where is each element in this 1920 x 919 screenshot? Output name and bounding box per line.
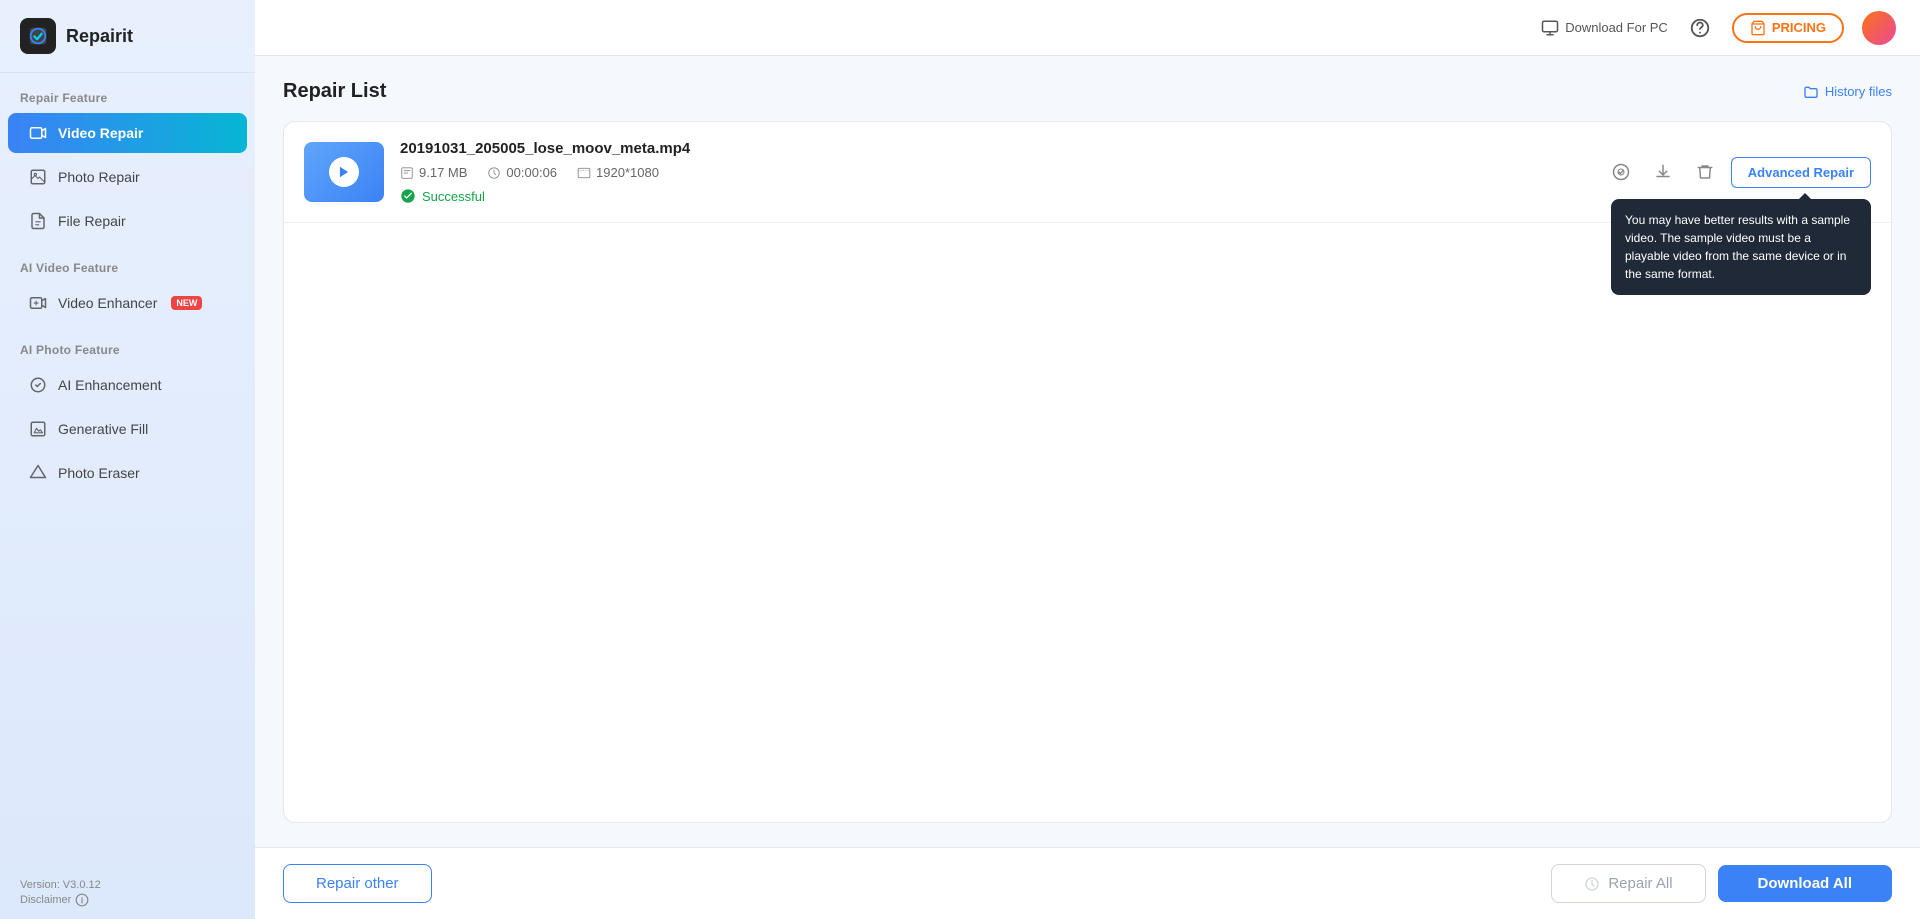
sidebar-item-photo-repair-label: Photo Repair (58, 169, 140, 185)
table-row: 20191031_205005_lose_moov_meta.mp4 9.17 … (284, 122, 1891, 223)
delete-button[interactable] (1689, 156, 1721, 188)
advanced-repair-wrapper: Advanced Repair You may have better resu… (1731, 157, 1871, 188)
item-info: 20191031_205005_lose_moov_meta.mp4 9.17 … (400, 140, 1589, 204)
ai-video-label: AI Video Feature (0, 243, 255, 281)
fill-icon (28, 419, 48, 439)
resolution: 1920*1080 (596, 165, 659, 180)
ai-icon (28, 375, 48, 395)
headset-icon (1689, 17, 1711, 39)
user-avatar[interactable] (1862, 11, 1896, 45)
item-filename: 20191031_205005_lose_moov_meta.mp4 (400, 140, 1589, 157)
sidebar-item-ai-enhancement-label: AI Enhancement (58, 377, 162, 393)
pricing-label: PRICING (1772, 20, 1826, 35)
file-size-entry: 9.17 MB (400, 165, 467, 180)
sidebar-item-ai-enhancement[interactable]: AI Enhancement (8, 365, 247, 405)
sidebar-item-photo-eraser-label: Photo Eraser (58, 465, 140, 481)
repair-feature-label: Repair Feature (0, 73, 255, 111)
history-files-button[interactable]: History files (1803, 84, 1892, 100)
app-logo: Repairit (0, 0, 255, 73)
info-icon (75, 893, 89, 907)
sidebar-item-file-repair-label: File Repair (58, 213, 126, 229)
bottom-right-actions: Repair All Download All (1551, 864, 1892, 903)
main-content: Download For PC PRICING Repair List (255, 0, 1920, 919)
bottom-bar: Repair other Repair All Download All (255, 847, 1920, 919)
duration: 00:00:06 (506, 165, 557, 180)
file-size: 9.17 MB (419, 165, 467, 180)
video-icon (28, 123, 48, 143)
download-button[interactable] (1647, 156, 1679, 188)
download-for-pc-button[interactable]: Download For PC (1541, 19, 1668, 37)
sidebar-item-photo-eraser[interactable]: Photo Eraser (8, 453, 247, 493)
video-thumbnail (304, 142, 384, 202)
resolution-icon (577, 166, 591, 180)
eraser-icon (28, 463, 48, 483)
history-files-label: History files (1825, 84, 1892, 99)
sidebar-item-photo-repair[interactable]: Photo Repair (8, 157, 247, 197)
repair-list: 20191031_205005_lose_moov_meta.mp4 9.17 … (283, 121, 1892, 823)
play-icon (337, 165, 351, 179)
item-meta: 9.17 MB 00:00:06 (400, 165, 1589, 180)
item-status: Successful (400, 188, 1589, 204)
status-text: Successful (422, 189, 485, 204)
pricing-button[interactable]: PRICING (1732, 13, 1844, 43)
monitor-icon (1541, 19, 1559, 37)
sidebar: Repairit Repair Feature Video Repair Pho… (0, 0, 255, 919)
app-name: Repairit (66, 26, 133, 47)
trash-icon (1696, 163, 1714, 181)
help-button[interactable] (1686, 14, 1714, 42)
new-badge: NEW (171, 296, 202, 310)
advanced-repair-button[interactable]: Advanced Repair (1731, 157, 1871, 188)
advanced-repair-tooltip: You may have better results with a sampl… (1611, 199, 1871, 295)
content-area: Repair List History files (255, 56, 1920, 847)
sidebar-item-video-enhancer-label: Video Enhancer (58, 295, 157, 311)
repair-other-button[interactable]: Repair other (283, 864, 432, 903)
item-actions: Advanced Repair You may have better resu… (1605, 156, 1871, 188)
play-button-thumb (329, 157, 359, 187)
sidebar-footer: Version: V3.0.12 Disclaimer (0, 867, 255, 919)
download-for-pc-label: Download For PC (1565, 20, 1668, 35)
content-header: Repair List History files (283, 80, 1892, 103)
success-icon (400, 188, 416, 204)
repair-all-button[interactable]: Repair All (1551, 864, 1705, 903)
video-enhancer-icon (28, 293, 48, 313)
sidebar-item-video-repair[interactable]: Video Repair (8, 113, 247, 153)
folder-icon (1803, 84, 1819, 100)
repair-all-icon (1584, 876, 1600, 892)
resolution-entry: 1920*1080 (577, 165, 659, 180)
download-icon (1654, 163, 1672, 181)
download-all-button[interactable]: Download All (1718, 865, 1892, 902)
clock-icon (487, 166, 501, 180)
disclaimer-link[interactable]: Disclaimer (20, 893, 235, 907)
version-text: Version: V3.0.12 (20, 879, 235, 891)
repair-all-label: Repair All (1608, 875, 1672, 892)
file-size-icon (400, 166, 414, 180)
topbar: Download For PC PRICING (255, 0, 1920, 56)
photo-icon (28, 167, 48, 187)
file-icon (28, 211, 48, 231)
sidebar-item-file-repair[interactable]: File Repair (8, 201, 247, 241)
ai-photo-label: AI Photo Feature (0, 325, 255, 363)
sidebar-item-generative-fill[interactable]: Generative Fill (8, 409, 247, 449)
page-title: Repair List (283, 80, 386, 103)
cart-icon (1750, 20, 1766, 36)
sidebar-item-video-repair-label: Video Repair (58, 125, 143, 141)
preview-icon (1612, 163, 1630, 181)
duration-entry: 00:00:06 (487, 165, 557, 180)
app-logo-icon (20, 18, 56, 54)
sidebar-item-video-enhancer[interactable]: Video Enhancer NEW (8, 283, 247, 323)
preview-button[interactable] (1605, 156, 1637, 188)
sidebar-item-generative-fill-label: Generative Fill (58, 421, 148, 437)
